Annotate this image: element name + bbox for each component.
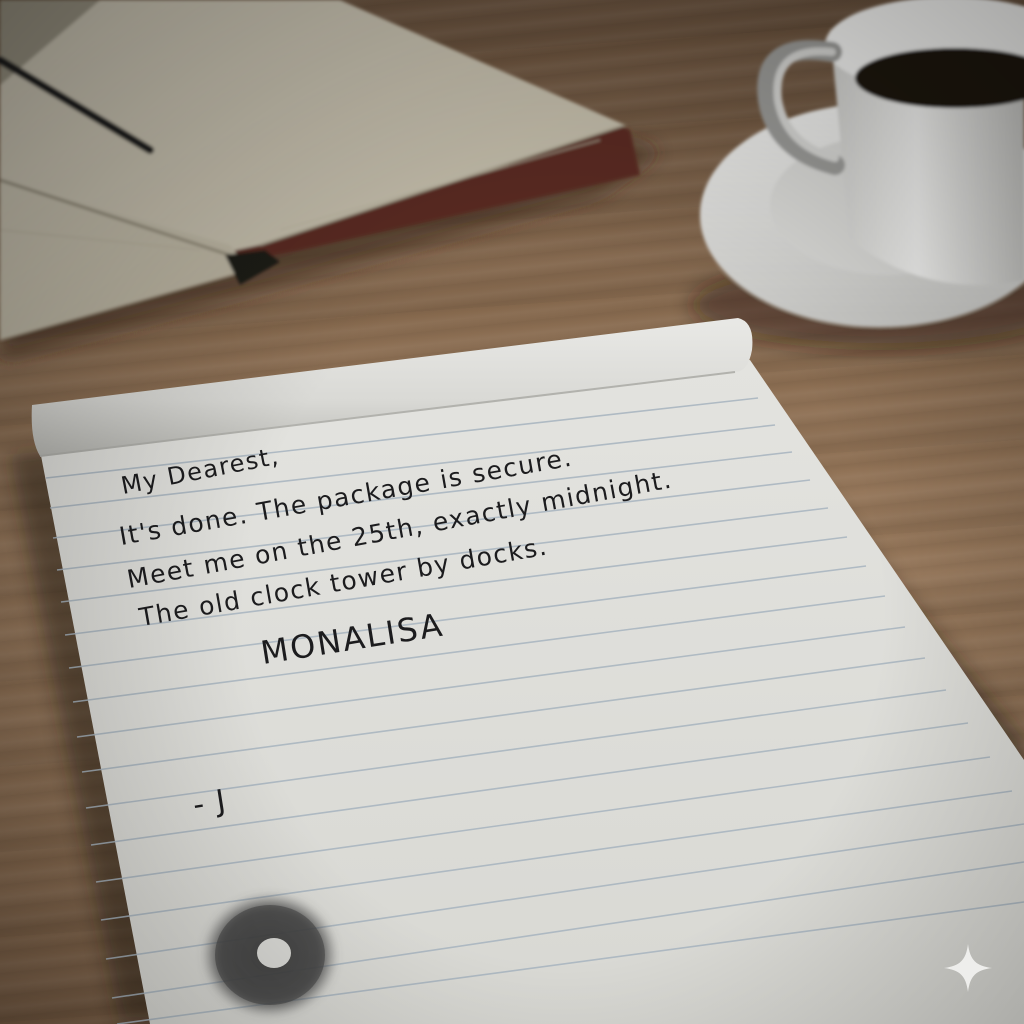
open-notebook [0, 0, 660, 360]
sparkle-icon [944, 944, 992, 992]
photo-scene: My Dearest, It's done. The package is se… [0, 0, 1024, 1024]
scene-objects [0, 0, 1024, 1024]
thumbprint-smudge [202, 893, 338, 1017]
notepad [31, 318, 1024, 1024]
coffee-cup [690, 0, 1024, 350]
